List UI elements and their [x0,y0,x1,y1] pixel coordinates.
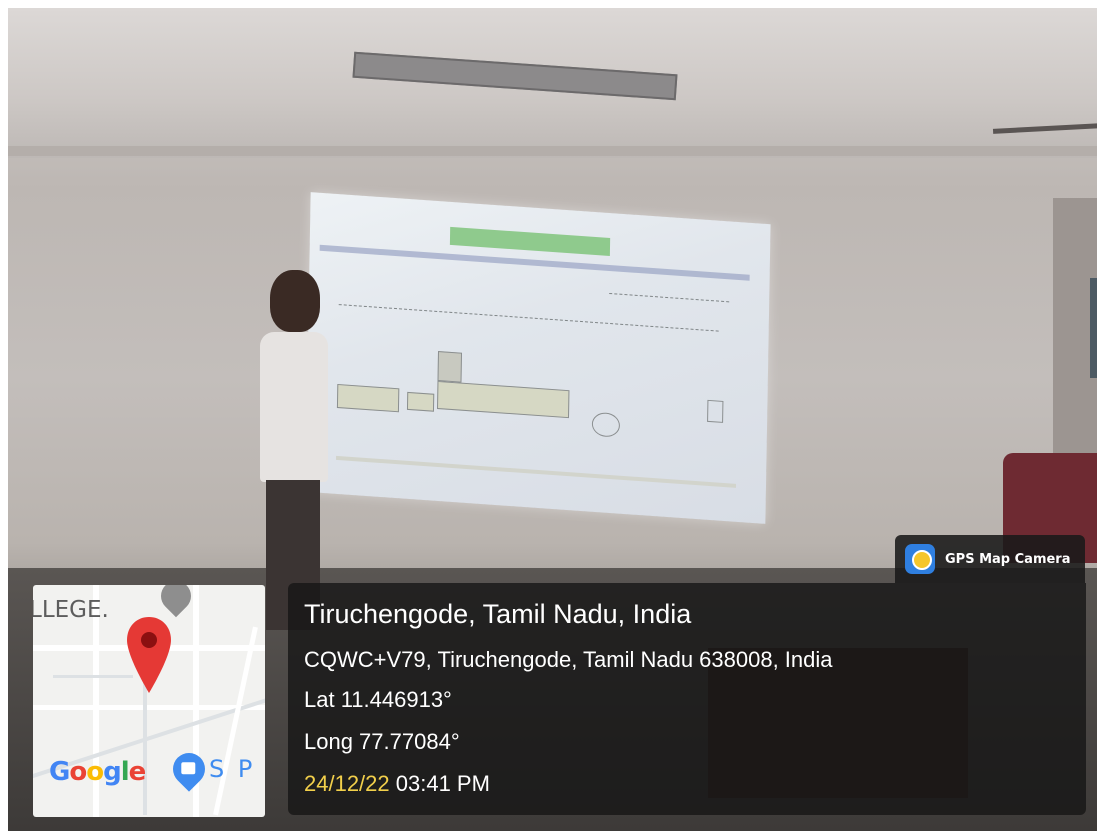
gps-map-camera-lens [912,550,932,570]
google-logo-text: Google [49,757,146,787]
map-place-label: LLEGE. [33,597,109,623]
map-pin-icon [127,617,171,693]
location-latitude: Lat 11.446913° [304,687,452,712]
slide-banner [449,226,611,257]
google-logo: Google [49,757,146,787]
gps-map-camera-badge: GPS Map Camera [895,535,1085,583]
map-shop-label: S P [209,755,256,783]
diagram-hopper [437,351,463,383]
gps-badge-label: GPS Map Camera [945,551,1071,567]
location-address: CQWC+V79, Tiruchengode, Tamil Nadu 63800… [304,647,833,672]
location-title: Tiruchengode, Tamil Nadu, India [304,599,692,629]
diagram-box [437,380,570,419]
shopping-bag-icon [166,746,212,792]
map-place-icon [154,585,198,618]
gps-map-camera-icon [905,544,935,574]
diagram-box [707,399,724,423]
timestamp-date: 24/12/22 [304,771,390,796]
shopping-bag-glyph [181,762,196,775]
diagram-line [338,304,719,333]
diagram-footer [336,455,737,488]
door [1090,278,1097,378]
map-thumbnail: LLEGE. Google S P [33,585,265,817]
timestamp-time: 03:41 PM [395,771,490,796]
map-road [53,675,133,678]
projection-screen [305,192,771,524]
timestamp: 24/12/22 03:41 PM [304,771,490,797]
diagram-circle [591,411,621,438]
ceiling-edge [8,146,1097,156]
presenter-head [270,270,320,332]
diagram-box [336,383,400,413]
location-info-panel: Tiruchengode, Tamil Nadu, India CQWC+V79… [288,583,1086,815]
diagram-line [609,292,730,304]
map-road [213,626,258,816]
location-longitude: Long 77.77084° [304,729,460,754]
diagram-box [406,391,435,412]
presenter [258,270,343,630]
presenter-shirt [260,332,328,482]
